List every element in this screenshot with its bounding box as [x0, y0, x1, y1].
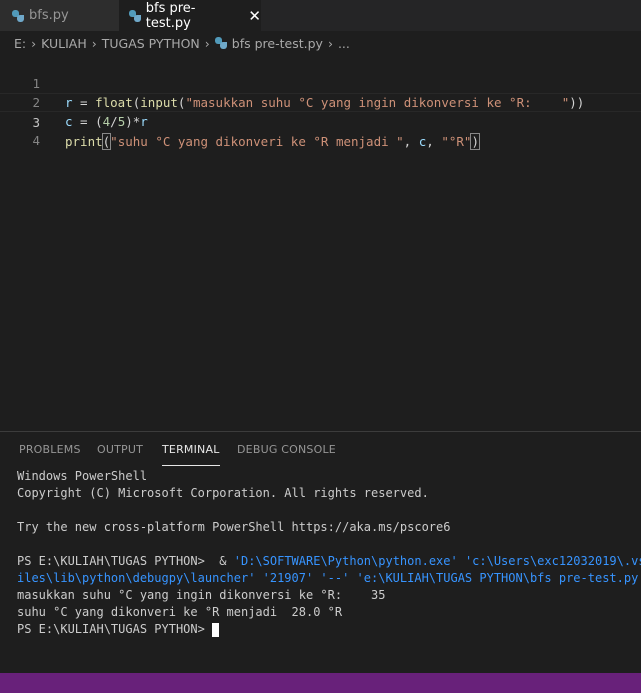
line-number: 4 [32, 133, 40, 148]
terminal-line-empty [17, 536, 641, 553]
token-bracket: ) [470, 133, 480, 150]
breadcrumb-folder-kuliah[interactable]: KULIAH [41, 36, 87, 51]
terminal-line: Try the new cross-platform PowerShell ht… [17, 520, 451, 534]
terminal-line: PS E:\KULIAH\TUGAS PYTHON> & 'D:\SOFTWAR… [17, 553, 641, 570]
tab-output[interactable]: OUTPUT [97, 443, 143, 456]
code-line-1[interactable]: 1 r = float(input("masukkan suhu °C yang… [0, 55, 641, 110]
breadcrumb-more[interactable]: ... [338, 36, 350, 51]
token-op: , [403, 134, 419, 149]
terminal-line: iles\lib\python\debugpy\launcher' '21907… [17, 571, 641, 585]
editor-tab-bar: bfs.py bfs pre-test.py ✕ [0, 0, 641, 31]
tab-debug-console[interactable]: DEBUG CONSOLE [237, 443, 336, 456]
terminal-prompt: PS E:\KULIAH\TUGAS PYTHON> & [17, 554, 234, 568]
chevron-right-icon: › [31, 35, 37, 51]
terminal-prompt: PS E:\KULIAH\TUGAS PYTHON> [17, 622, 213, 636]
bottom-panel: PROBLEMS OUTPUT TERMINAL DEBUG CONSOLE W… [0, 431, 641, 673]
breadcrumb: E: › KULIAH › TUGAS PYTHON › bfs pre-tes… [0, 31, 641, 55]
terminal-command-args: 'D:\SOFTWARE\Python\python.exe' 'c:\User… [233, 554, 641, 568]
terminal-line: suhu °C yang dikonveri ke °R menjadi 28.… [17, 605, 343, 619]
code-line-3[interactable]: 3 print("suhu °C yang dikonveri ke °R me… [0, 93, 641, 150]
terminal-output[interactable]: Windows PowerShell Copyright (C) Microso… [17, 468, 641, 638]
terminal-line: PS E:\KULIAH\TUGAS PYTHON> [17, 621, 641, 638]
terminal-line: masukkan suhu °C yang ingin dikonversi k… [17, 588, 386, 602]
terminal-line: Copyright (C) Microsoft Corporation. All… [17, 486, 429, 500]
python-file-icon [129, 9, 141, 22]
tab-terminal[interactable]: TERMINAL [162, 443, 220, 466]
tab-bfs-pre-test-py[interactable]: bfs pre-test.py ✕ [119, 0, 261, 31]
token-fn: print [65, 134, 103, 149]
status-bar [0, 673, 641, 693]
chevron-right-icon: › [91, 35, 97, 51]
panel-tabs: PROBLEMS OUTPUT TERMINAL DEBUG CONSOLE [0, 432, 641, 467]
token-op: , [426, 134, 442, 149]
breadcrumb-file[interactable]: bfs pre-test.py [232, 36, 323, 51]
python-file-icon [214, 37, 227, 49]
breadcrumb-folder-tugas-python[interactable]: TUGAS PYTHON [102, 36, 200, 51]
chevron-right-icon: › [204, 35, 210, 51]
terminal-line: Windows PowerShell [17, 469, 148, 483]
tab-label: bfs.py [29, 8, 69, 23]
code-line-4[interactable]: 4 [0, 112, 641, 148]
code-line-2[interactable]: 2 c = (4/5)*r [0, 74, 641, 129]
tab-label: bfs pre-test.py [145, 0, 196, 31]
terminal-line-empty [17, 502, 641, 519]
code-text: print("suhu °C yang dikonveri ke °R menj… [65, 132, 480, 151]
close-tab-icon[interactable]: ✕ [248, 7, 261, 25]
chevron-right-icon: › [327, 35, 333, 51]
tab-problems[interactable]: PROBLEMS [19, 443, 81, 456]
token-string: "suhu °C yang dikonveri ke °R menjadi " [110, 134, 404, 149]
terminal-cursor [212, 622, 220, 637]
python-file-icon [12, 9, 24, 22]
token-string: "°R" [441, 134, 472, 149]
tab-bfs-py[interactable]: bfs.py [0, 0, 119, 31]
breadcrumb-drive[interactable]: E: [14, 36, 26, 51]
code-editor[interactable]: 1 r = float(input("masukkan suhu °C yang… [0, 55, 641, 431]
